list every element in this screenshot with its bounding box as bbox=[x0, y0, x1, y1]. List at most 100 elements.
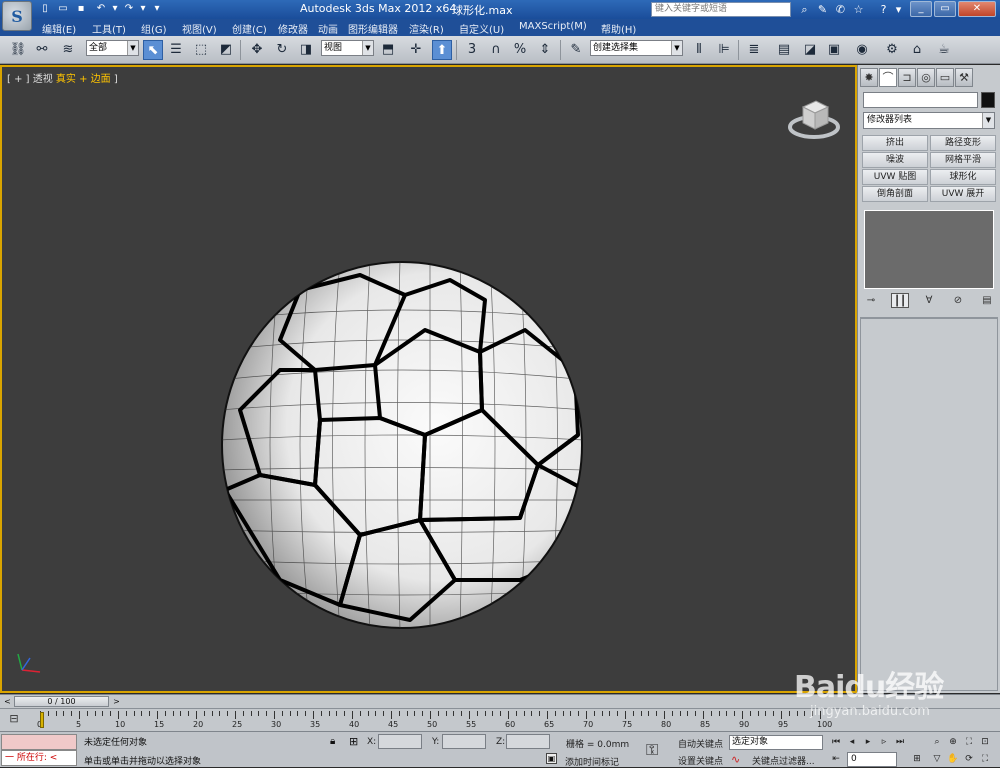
unlink-icon[interactable]: ⚯ bbox=[32, 40, 52, 60]
spinner-snap-icon[interactable]: ⇕ bbox=[535, 40, 555, 60]
zoom-extents-icon[interactable]: ⛶ bbox=[962, 735, 976, 749]
go-to-start-icon[interactable]: ⏮ bbox=[829, 735, 843, 749]
help-icon[interactable]: ? bbox=[876, 2, 891, 17]
remove-modifier-icon[interactable]: ⊘ bbox=[949, 293, 967, 308]
viewport-label[interactable]: [ + ] 透视 真实 + 边面 ] bbox=[7, 70, 118, 85]
noise-button[interactable]: 噪波 bbox=[862, 152, 928, 168]
create-tab-icon[interactable]: ✸ bbox=[860, 68, 878, 87]
key-filters-button[interactable]: 关键点过滤器... bbox=[752, 754, 815, 767]
favorites-icon[interactable]: ☆ bbox=[851, 2, 866, 17]
keyboard-shortcut-override-icon[interactable]: ⬆ bbox=[432, 40, 452, 60]
select-scale-icon[interactable]: ◨ bbox=[296, 40, 316, 60]
link-icon[interactable]: ⛓ bbox=[8, 40, 28, 60]
select-move-icon[interactable]: ✥ bbox=[247, 40, 267, 60]
named-selection-dropdown[interactable]: 创建选择集 ▼ bbox=[590, 40, 683, 56]
selection-lock-icon[interactable]: 🔒︎ bbox=[330, 736, 335, 747]
undo-icon[interactable]: ↶ bbox=[94, 3, 108, 15]
menu-animation[interactable]: 动画 bbox=[318, 21, 338, 36]
undo-dropdown-icon[interactable]: ▾ bbox=[108, 3, 122, 15]
select-manipulate-icon[interactable]: ✛ bbox=[406, 40, 426, 60]
pivot-center-icon[interactable]: ⬒ bbox=[378, 40, 398, 60]
previous-frame-icon[interactable]: ◂ bbox=[845, 735, 859, 749]
render-production-icon[interactable]: ☕ bbox=[934, 40, 954, 60]
set-key-button[interactable]: 设置关键点 bbox=[678, 754, 723, 767]
quick-access-menu-icon[interactable]: ▾ bbox=[150, 3, 164, 15]
path-deform-button[interactable]: 路径变形 bbox=[930, 135, 996, 151]
help-dropdown-icon[interactable]: ▾ bbox=[891, 2, 906, 17]
redo-dropdown-icon[interactable]: ▾ bbox=[136, 3, 150, 15]
x-coordinate-field[interactable] bbox=[378, 734, 422, 749]
render-setup-icon[interactable]: ⚙ bbox=[882, 40, 902, 60]
reference-coordinate-dropdown[interactable]: 视图 ▼ bbox=[321, 40, 374, 56]
search-input[interactable]: 键入关键字或短语 bbox=[651, 2, 791, 17]
maximize-viewport-icon[interactable]: ⛶ bbox=[978, 752, 992, 766]
viewcube-icon[interactable] bbox=[786, 91, 842, 143]
menu-rendering[interactable]: 渲染(R) bbox=[409, 21, 444, 36]
menu-edit[interactable]: 编辑(E) bbox=[42, 21, 76, 36]
zoom-extents-all-icon[interactable]: ⊡ bbox=[978, 735, 992, 749]
bind-space-warp-icon[interactable]: ≋ bbox=[58, 40, 78, 60]
menu-tools[interactable]: 工具(T) bbox=[92, 21, 126, 36]
select-by-name-icon[interactable]: ☰ bbox=[166, 40, 186, 60]
zoom-icon[interactable]: ⌕ bbox=[930, 735, 944, 749]
close-button[interactable]: ✕ bbox=[958, 1, 996, 17]
redo-icon[interactable]: ↷ bbox=[122, 3, 136, 15]
field-of-view-icon[interactable]: ▽ bbox=[930, 752, 944, 766]
z-coordinate-field[interactable] bbox=[506, 734, 550, 749]
meshsmooth-button[interactable]: 网格平滑 bbox=[930, 152, 996, 168]
hierarchy-tab-icon[interactable]: ⊐ bbox=[898, 68, 916, 87]
edit-named-selection-icon[interactable]: ✎ bbox=[566, 40, 586, 60]
material-editor-icon[interactable]: ◉ bbox=[852, 40, 872, 60]
rendered-frame-window-icon[interactable]: ⌂ bbox=[907, 40, 927, 60]
current-frame-field[interactable]: 0 bbox=[847, 752, 897, 767]
open-file-icon[interactable]: ▭ bbox=[56, 3, 70, 15]
current-frame-marker[interactable] bbox=[40, 712, 44, 728]
object-color-swatch[interactable] bbox=[981, 92, 995, 108]
menu-customize[interactable]: 自定义(U) bbox=[459, 21, 504, 36]
viewport-menu-plus[interactable]: [ + ] bbox=[7, 74, 30, 85]
auto-key-button[interactable]: 自动关键点 bbox=[678, 737, 723, 750]
time-slider[interactable]: < 0 / 100 > bbox=[0, 694, 1000, 708]
time-slider-thumb[interactable]: 0 / 100 bbox=[14, 696, 109, 707]
menu-views[interactable]: 视图(V) bbox=[182, 21, 217, 36]
orbit-icon[interactable]: ⟳ bbox=[962, 752, 976, 766]
menu-group[interactable]: 组(G) bbox=[141, 21, 167, 36]
time-slider-prev-button[interactable]: < bbox=[2, 696, 13, 707]
pin-stack-icon[interactable]: ⊸ bbox=[862, 293, 880, 308]
curve-editor-icon[interactable]: ◪ bbox=[800, 40, 820, 60]
viewport-point-of-view[interactable]: 透视 bbox=[33, 74, 53, 85]
uvw-map-button[interactable]: UVW 贴图 bbox=[862, 169, 928, 185]
percent-snap-icon[interactable]: % bbox=[510, 40, 530, 60]
schematic-view-icon[interactable]: ▣ bbox=[824, 40, 844, 60]
window-crossing-icon[interactable]: ◩ bbox=[216, 40, 236, 60]
go-to-end-icon[interactable]: ⏭ bbox=[893, 735, 907, 749]
selection-filter-dropdown[interactable]: 全部 ▼ bbox=[86, 40, 139, 56]
time-slider-next-button[interactable]: > bbox=[111, 696, 122, 707]
rectangular-selection-icon[interactable]: ⬚ bbox=[191, 40, 211, 60]
add-time-tag[interactable]: 添加时间标记 bbox=[565, 755, 619, 768]
play-icon[interactable]: ▸ bbox=[861, 735, 875, 749]
minimize-button[interactable]: _ bbox=[910, 1, 932, 17]
spherify-button[interactable]: 球形化 bbox=[930, 169, 996, 185]
modify-tab-icon[interactable]: ⌒ bbox=[879, 68, 897, 87]
track-bar[interactable]: ⊟ 05101520253035404550556065707580859095… bbox=[0, 708, 1000, 731]
utilities-tab-icon[interactable]: ⚒ bbox=[955, 68, 973, 87]
align-icon[interactable]: ⊫ bbox=[714, 40, 734, 60]
key-icon[interactable]: ⚿ bbox=[646, 740, 658, 760]
key-selection-set-dropdown[interactable]: 选定对象 bbox=[729, 735, 823, 750]
graphite-ribbon-icon[interactable]: ▤ bbox=[774, 40, 794, 60]
next-frame-icon[interactable]: ▹ bbox=[877, 735, 891, 749]
maxscript-listener-output[interactable]: 一 所在行: < bbox=[1, 750, 77, 766]
mirror-icon[interactable]: ⫴ bbox=[689, 40, 709, 60]
time-configuration-icon[interactable]: ⊞ bbox=[910, 752, 924, 766]
select-object-icon[interactable]: ⬉ bbox=[143, 40, 163, 60]
perspective-viewport[interactable]: [ + ] 透视 真实 + 边面 ] bbox=[0, 65, 857, 693]
configure-sets-icon[interactable]: ▤ bbox=[978, 293, 996, 308]
zoom-all-icon[interactable]: ⊕ bbox=[946, 735, 960, 749]
track-bar-ruler[interactable]: 0510152025303540455055606570758085909510… bbox=[37, 709, 832, 732]
y-coordinate-field[interactable] bbox=[442, 734, 486, 749]
key-mode-icon[interactable]: ∿ bbox=[731, 753, 740, 766]
absolute-mode-icon[interactable]: ⊞ bbox=[349, 735, 358, 748]
binoculars-icon[interactable]: ⌕ bbox=[797, 2, 812, 17]
viewport-shading-mode[interactable]: 真实 + 边面 bbox=[56, 74, 111, 85]
